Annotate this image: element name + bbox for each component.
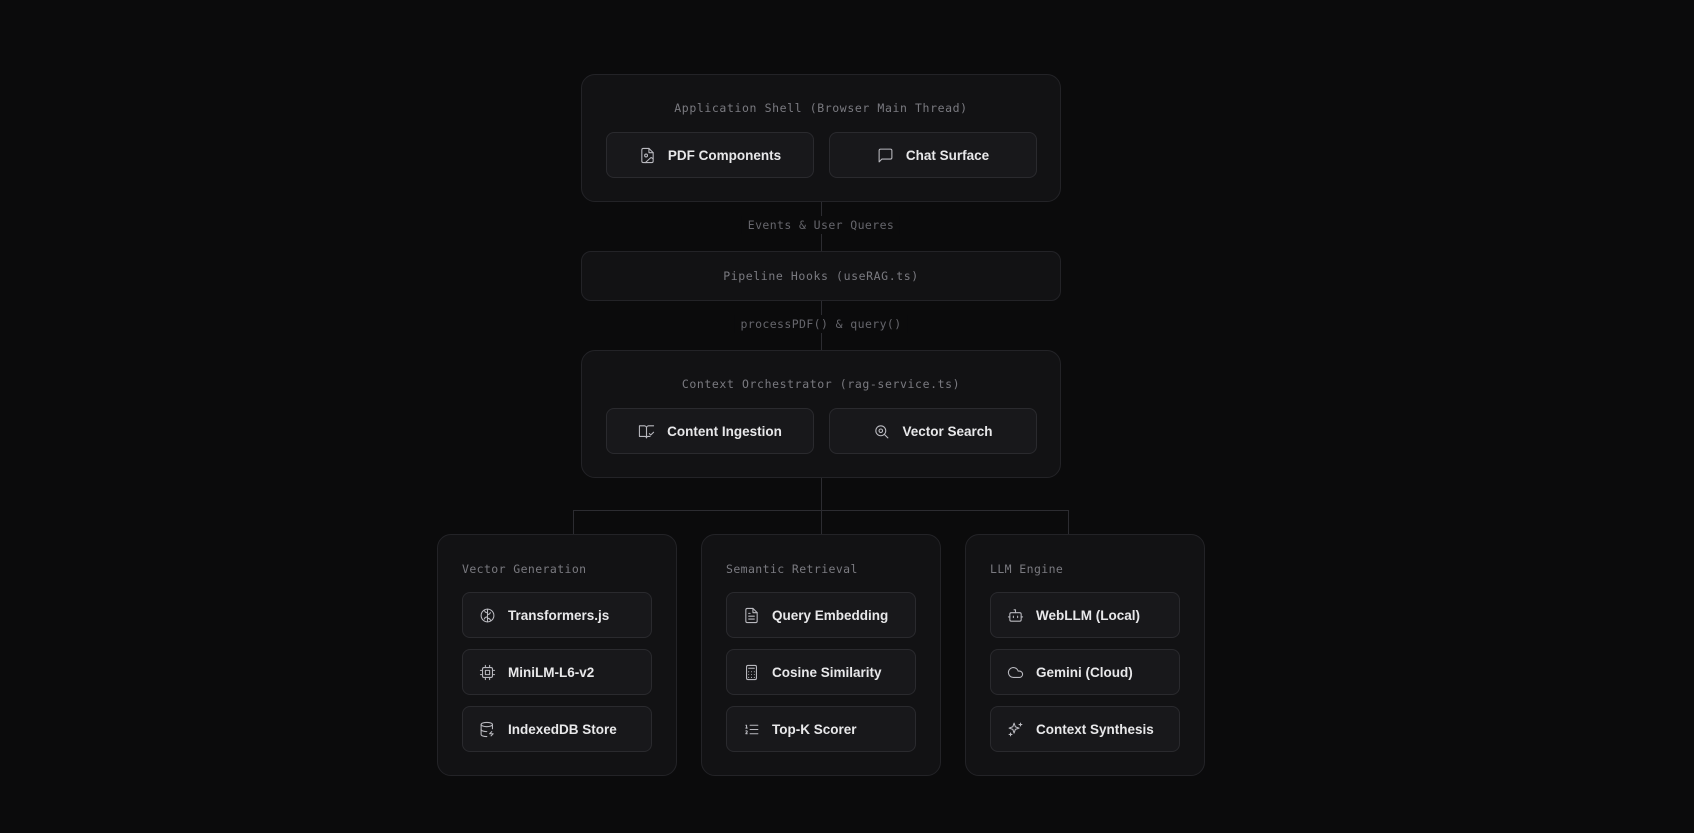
query-embedding-label: Query Embedding: [772, 607, 889, 623]
pdf-components-label: PDF Components: [667, 147, 782, 163]
gemini-cloud-label: Gemini (Cloud): [1036, 664, 1133, 680]
connector-orchestrator-trunk: [821, 477, 822, 534]
context-synthesis-chip[interactable]: Context Synthesis: [990, 706, 1180, 752]
application-shell-panel: Application Shell (Browser Main Thread) …: [581, 74, 1061, 202]
context-synthesis-label: Context Synthesis: [1036, 721, 1154, 737]
cosine-similarity-chip[interactable]: Cosine Similarity: [726, 649, 916, 695]
connector-branch: [573, 510, 1069, 511]
content-ingestion-chip[interactable]: Content Ingestion: [606, 408, 814, 454]
brain-icon: [480, 608, 495, 622]
vector-generation-panel: Vector Generation Transformers.js MiniLM…: [437, 534, 677, 776]
architecture-diagram: Events & User Queres processPDF() & quer…: [0, 0, 1694, 833]
transformers-js-label: Transformers.js: [508, 607, 610, 623]
top-k-scorer-label: Top-K Scorer: [772, 721, 857, 737]
indexeddb-store-label: IndexedDB Store: [508, 721, 617, 737]
webllm-local-label: WebLLM (Local): [1036, 607, 1140, 623]
llm-engine-panel: LLM Engine WebLLM (Local) Gemini (Cloud)…: [965, 534, 1205, 776]
chat-surface-label: Chat Surface: [905, 147, 990, 163]
query-embedding-chip[interactable]: Query Embedding: [726, 592, 916, 638]
pipeline-hooks-panel: Pipeline Hooks (useRAG.ts): [581, 251, 1061, 301]
semantic-retrieval-title: Semantic Retrieval: [726, 562, 858, 576]
vector-generation-title: Vector Generation: [462, 562, 587, 576]
application-shell-title: Application Shell (Browser Main Thread): [674, 101, 968, 115]
llm-engine-title: LLM Engine: [990, 562, 1064, 576]
bot-icon: [1007, 608, 1024, 622]
indexeddb-store-chip[interactable]: IndexedDB Store: [462, 706, 652, 752]
pipeline-hooks-title: Pipeline Hooks (useRAG.ts): [723, 269, 919, 283]
transformers-js-chip[interactable]: Transformers.js: [462, 592, 652, 638]
vector-search-chip[interactable]: Vector Search: [829, 408, 1037, 454]
webllm-local-chip[interactable]: WebLLM (Local): [990, 592, 1180, 638]
cpu-icon: [479, 664, 496, 680]
search-zoom-icon: [875, 424, 889, 438]
gemini-cloud-chip[interactable]: Gemini (Cloud): [990, 649, 1180, 695]
file-image-icon: [641, 147, 654, 163]
edge-label-process: processPDF() & query(): [734, 315, 908, 333]
vector-search-label: Vector Search: [902, 423, 993, 439]
context-orchestrator-panel: Context Orchestrator (rag-service.ts) Co…: [581, 350, 1061, 478]
message-square-icon: [878, 148, 893, 162]
cloud-icon: [1007, 666, 1024, 678]
book-check-icon: [639, 424, 655, 438]
database-icon: [480, 721, 494, 737]
chat-surface-chip[interactable]: Chat Surface: [829, 132, 1037, 178]
semantic-retrieval-panel: Semantic Retrieval Query Embedding Cosin…: [701, 534, 941, 776]
sparkles-icon: [1008, 722, 1023, 736]
connector-branch-right: [1068, 510, 1069, 534]
file-text-icon: [745, 607, 758, 623]
content-ingestion-label: Content Ingestion: [667, 423, 782, 439]
edge-label-events: Events & User Queres: [741, 216, 901, 234]
calculator-icon: [746, 664, 757, 680]
connector-branch-left: [573, 510, 574, 534]
pdf-components-chip[interactable]: PDF Components: [606, 132, 814, 178]
cosine-similarity-label: Cosine Similarity: [772, 664, 882, 680]
minilm-label: MiniLM-L6-v2: [508, 664, 595, 680]
minilm-chip[interactable]: MiniLM-L6-v2: [462, 649, 652, 695]
context-orchestrator-title: Context Orchestrator (rag-service.ts): [681, 377, 961, 391]
top-k-scorer-chip[interactable]: Top-K Scorer: [726, 706, 916, 752]
list-ordered-icon: [745, 724, 759, 734]
